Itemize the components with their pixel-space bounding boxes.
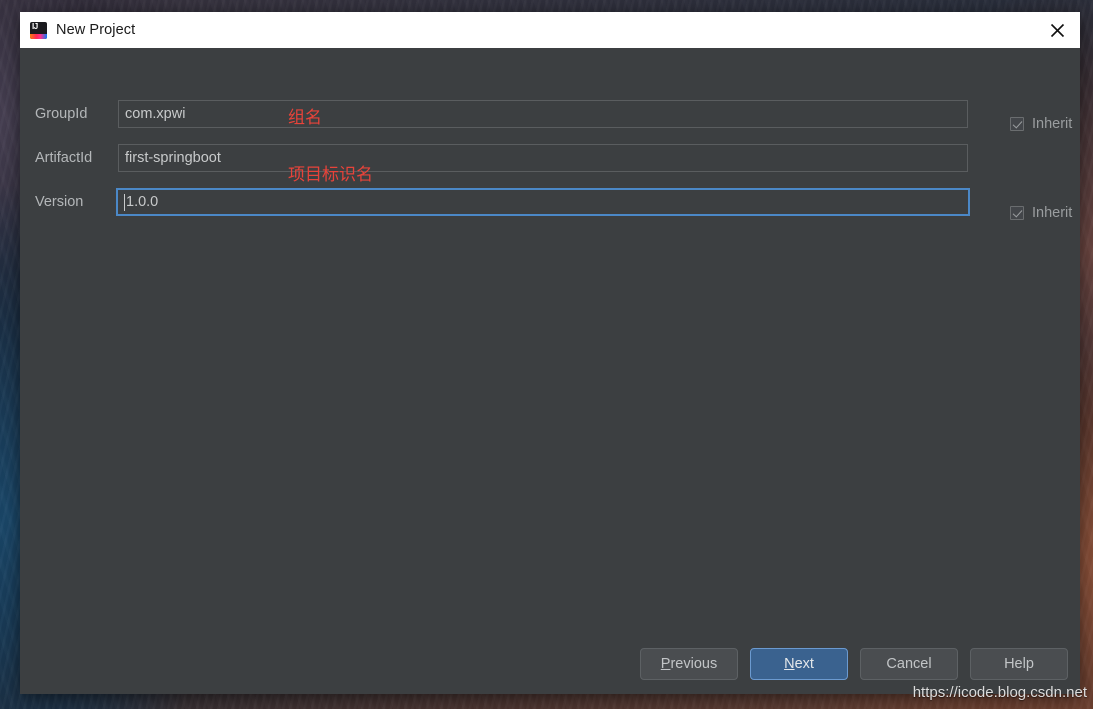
previous-button-mnemonic: P [660, 656, 671, 672]
inherit-label-version: Inherit [1032, 205, 1073, 221]
help-button-label: Help [1004, 656, 1034, 672]
next-button[interactable]: Next [750, 648, 848, 680]
previous-button-label: revious [670, 656, 718, 672]
artifactid-input[interactable]: first-springboot [118, 144, 968, 172]
dialog-body: GroupId com.xpwi ArtifactId first-spring… [20, 48, 1080, 694]
form-row-version: Version 1.0.0 [20, 187, 1080, 217]
form-row-groupid: GroupId com.xpwi [20, 99, 1080, 129]
close-icon[interactable] [1034, 12, 1080, 48]
artifactid-input-value: first-springboot [125, 150, 221, 166]
dialog-titlebar: New Project [20, 12, 1080, 48]
checkbox-checked-icon [1010, 206, 1024, 220]
desktop-background: New Project GroupId com.xpwi ArtifactId … [0, 0, 1093, 709]
groupid-input-value: com.xpwi [125, 106, 186, 122]
intellij-idea-icon [30, 21, 47, 39]
label-groupid: GroupId [35, 106, 88, 122]
checkbox-checked-icon [1010, 117, 1024, 131]
label-artifactid: ArtifactId [35, 150, 93, 166]
inherit-label-groupid: Inherit [1032, 116, 1073, 132]
inherit-checkbox-groupid[interactable]: Inherit [1010, 116, 1072, 132]
cancel-button-label: Cancel [886, 656, 932, 672]
help-button[interactable]: Help [970, 648, 1068, 680]
window-title: New Project [56, 22, 136, 38]
label-version: Version [35, 194, 84, 210]
next-button-mnemonic: N [784, 656, 795, 672]
version-input[interactable]: 1.0.0 [116, 188, 970, 216]
form-row-artifactid: ArtifactId first-springboot [20, 143, 1080, 173]
previous-button[interactable]: Previous [640, 648, 738, 680]
dialog-button-bar: Previous Next Cancel Help [640, 648, 1068, 680]
new-project-dialog: New Project GroupId com.xpwi ArtifactId … [20, 12, 1080, 694]
inherit-checkbox-version[interactable]: Inherit [1010, 205, 1072, 221]
cancel-button[interactable]: Cancel [860, 648, 958, 680]
version-input-value: 1.0.0 [126, 194, 159, 210]
groupid-input[interactable]: com.xpwi [118, 100, 968, 128]
text-caret [124, 193, 125, 211]
next-button-label: ext [794, 656, 814, 672]
